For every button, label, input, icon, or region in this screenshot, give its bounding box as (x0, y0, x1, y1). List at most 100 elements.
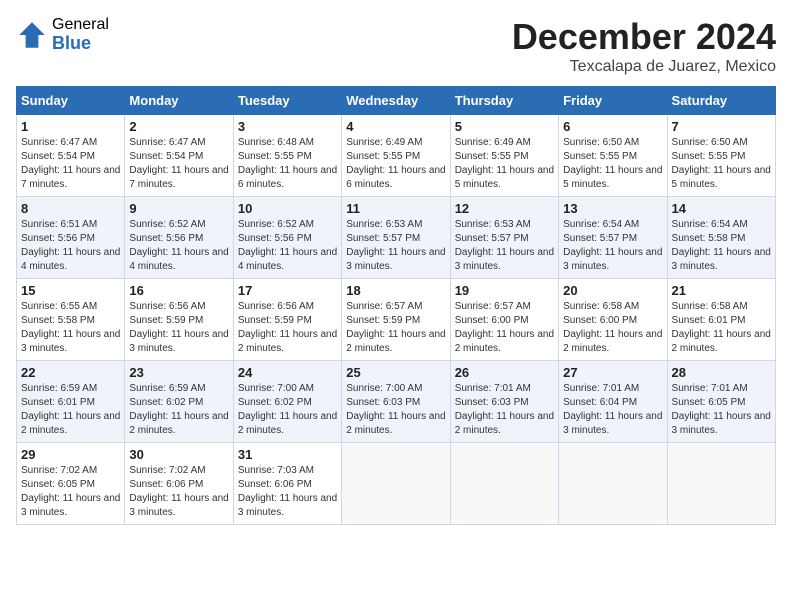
calendar-cell: 12 Sunrise: 6:53 AMSunset: 5:57 PMDaylig… (450, 197, 558, 279)
day-number: 1 (21, 119, 120, 134)
day-number: 30 (129, 447, 228, 462)
calendar-cell: 6 Sunrise: 6:50 AMSunset: 5:55 PMDayligh… (559, 115, 667, 197)
day-number: 3 (238, 119, 337, 134)
calendar-cell: 3 Sunrise: 6:48 AMSunset: 5:55 PMDayligh… (233, 115, 341, 197)
day-info: Sunrise: 6:53 AMSunset: 5:57 PMDaylight:… (346, 219, 445, 272)
calendar-cell: 30 Sunrise: 7:02 AMSunset: 6:06 PMDaylig… (125, 443, 233, 525)
day-info: Sunrise: 6:52 AMSunset: 5:56 PMDaylight:… (238, 219, 337, 272)
calendar-cell (450, 443, 558, 525)
calendar-cell: 13 Sunrise: 6:54 AMSunset: 5:57 PMDaylig… (559, 197, 667, 279)
day-number: 29 (21, 447, 120, 462)
day-info: Sunrise: 6:54 AMSunset: 5:57 PMDaylight:… (563, 219, 662, 272)
calendar-cell: 22 Sunrise: 6:59 AMSunset: 6:01 PMDaylig… (17, 361, 125, 443)
day-info: Sunrise: 6:53 AMSunset: 5:57 PMDaylight:… (455, 219, 554, 272)
calendar-cell: 4 Sunrise: 6:49 AMSunset: 5:55 PMDayligh… (342, 115, 450, 197)
calendar-cell: 16 Sunrise: 6:56 AMSunset: 5:59 PMDaylig… (125, 279, 233, 361)
calendar-cell: 18 Sunrise: 6:57 AMSunset: 5:59 PMDaylig… (342, 279, 450, 361)
day-number: 27 (563, 365, 662, 380)
calendar-week-row: 15 Sunrise: 6:55 AMSunset: 5:58 PMDaylig… (17, 279, 776, 361)
calendar-cell: 5 Sunrise: 6:49 AMSunset: 5:55 PMDayligh… (450, 115, 558, 197)
calendar-cell: 20 Sunrise: 6:58 AMSunset: 6:00 PMDaylig… (559, 279, 667, 361)
weekday-header-monday: Monday (125, 87, 233, 115)
calendar-cell: 19 Sunrise: 6:57 AMSunset: 6:00 PMDaylig… (450, 279, 558, 361)
day-number: 8 (21, 201, 120, 216)
weekday-header-sunday: Sunday (17, 87, 125, 115)
weekday-header-tuesday: Tuesday (233, 87, 341, 115)
day-info: Sunrise: 7:02 AMSunset: 6:06 PMDaylight:… (129, 465, 228, 518)
day-info: Sunrise: 6:49 AMSunset: 5:55 PMDaylight:… (346, 137, 445, 190)
day-number: 2 (129, 119, 228, 134)
day-number: 19 (455, 283, 554, 298)
calendar-cell: 21 Sunrise: 6:58 AMSunset: 6:01 PMDaylig… (667, 279, 775, 361)
day-info: Sunrise: 6:50 AMSunset: 5:55 PMDaylight:… (672, 137, 771, 190)
day-info: Sunrise: 6:47 AMSunset: 5:54 PMDaylight:… (129, 137, 228, 190)
day-info: Sunrise: 6:47 AMSunset: 5:54 PMDaylight:… (21, 137, 120, 190)
calendar-cell: 7 Sunrise: 6:50 AMSunset: 5:55 PMDayligh… (667, 115, 775, 197)
calendar-cell: 1 Sunrise: 6:47 AMSunset: 5:54 PMDayligh… (17, 115, 125, 197)
day-number: 13 (563, 201, 662, 216)
page-header: General Blue December 2024 Texcalapa de … (16, 16, 776, 76)
calendar-cell: 11 Sunrise: 6:53 AMSunset: 5:57 PMDaylig… (342, 197, 450, 279)
weekday-header-thursday: Thursday (450, 87, 558, 115)
month-title: December 2024 (512, 16, 776, 58)
calendar-cell: 27 Sunrise: 7:01 AMSunset: 6:04 PMDaylig… (559, 361, 667, 443)
day-number: 24 (238, 365, 337, 380)
day-number: 23 (129, 365, 228, 380)
calendar-cell: 26 Sunrise: 7:01 AMSunset: 6:03 PMDaylig… (450, 361, 558, 443)
day-info: Sunrise: 6:58 AMSunset: 6:01 PMDaylight:… (672, 301, 771, 354)
day-number: 28 (672, 365, 771, 380)
day-number: 31 (238, 447, 337, 462)
day-number: 25 (346, 365, 445, 380)
calendar-cell: 14 Sunrise: 6:54 AMSunset: 5:58 PMDaylig… (667, 197, 775, 279)
day-info: Sunrise: 7:00 AMSunset: 6:03 PMDaylight:… (346, 383, 445, 436)
calendar-cell (559, 443, 667, 525)
title-section: December 2024 Texcalapa de Juarez, Mexic… (512, 16, 776, 76)
day-number: 21 (672, 283, 771, 298)
day-number: 9 (129, 201, 228, 216)
day-info: Sunrise: 6:57 AMSunset: 6:00 PMDaylight:… (455, 301, 554, 354)
logo-text: General Blue (52, 16, 109, 53)
logo-icon (16, 19, 48, 51)
day-info: Sunrise: 6:51 AMSunset: 5:56 PMDaylight:… (21, 219, 120, 272)
logo-general: General (52, 16, 109, 34)
calendar-cell: 31 Sunrise: 7:03 AMSunset: 6:06 PMDaylig… (233, 443, 341, 525)
day-number: 17 (238, 283, 337, 298)
day-number: 14 (672, 201, 771, 216)
calendar-cell: 9 Sunrise: 6:52 AMSunset: 5:56 PMDayligh… (125, 197, 233, 279)
calendar-cell (667, 443, 775, 525)
calendar-week-row: 1 Sunrise: 6:47 AMSunset: 5:54 PMDayligh… (17, 115, 776, 197)
calendar-cell: 15 Sunrise: 6:55 AMSunset: 5:58 PMDaylig… (17, 279, 125, 361)
day-info: Sunrise: 7:01 AMSunset: 6:03 PMDaylight:… (455, 383, 554, 436)
day-info: Sunrise: 6:50 AMSunset: 5:55 PMDaylight:… (563, 137, 662, 190)
calendar-cell: 2 Sunrise: 6:47 AMSunset: 5:54 PMDayligh… (125, 115, 233, 197)
calendar-cell: 28 Sunrise: 7:01 AMSunset: 6:05 PMDaylig… (667, 361, 775, 443)
calendar-week-row: 8 Sunrise: 6:51 AMSunset: 5:56 PMDayligh… (17, 197, 776, 279)
day-info: Sunrise: 6:54 AMSunset: 5:58 PMDaylight:… (672, 219, 771, 272)
calendar-cell: 17 Sunrise: 6:56 AMSunset: 5:59 PMDaylig… (233, 279, 341, 361)
day-number: 12 (455, 201, 554, 216)
day-info: Sunrise: 6:49 AMSunset: 5:55 PMDaylight:… (455, 137, 554, 190)
day-info: Sunrise: 6:52 AMSunset: 5:56 PMDaylight:… (129, 219, 228, 272)
day-number: 6 (563, 119, 662, 134)
day-info: Sunrise: 6:56 AMSunset: 5:59 PMDaylight:… (129, 301, 228, 354)
day-number: 10 (238, 201, 337, 216)
day-info: Sunrise: 7:03 AMSunset: 6:06 PMDaylight:… (238, 465, 337, 518)
day-number: 22 (21, 365, 120, 380)
logo-blue: Blue (52, 34, 109, 54)
day-info: Sunrise: 6:56 AMSunset: 5:59 PMDaylight:… (238, 301, 337, 354)
day-info: Sunrise: 7:01 AMSunset: 6:05 PMDaylight:… (672, 383, 771, 436)
calendar-cell: 25 Sunrise: 7:00 AMSunset: 6:03 PMDaylig… (342, 361, 450, 443)
calendar-cell: 24 Sunrise: 7:00 AMSunset: 6:02 PMDaylig… (233, 361, 341, 443)
day-number: 20 (563, 283, 662, 298)
weekday-header-saturday: Saturday (667, 87, 775, 115)
day-number: 11 (346, 201, 445, 216)
calendar-cell (342, 443, 450, 525)
calendar-cell: 23 Sunrise: 6:59 AMSunset: 6:02 PMDaylig… (125, 361, 233, 443)
day-info: Sunrise: 7:02 AMSunset: 6:05 PMDaylight:… (21, 465, 120, 518)
day-info: Sunrise: 7:00 AMSunset: 6:02 PMDaylight:… (238, 383, 337, 436)
day-number: 7 (672, 119, 771, 134)
day-number: 18 (346, 283, 445, 298)
weekday-header-row: SundayMondayTuesdayWednesdayThursdayFrid… (17, 87, 776, 115)
calendar-cell: 8 Sunrise: 6:51 AMSunset: 5:56 PMDayligh… (17, 197, 125, 279)
weekday-header-friday: Friday (559, 87, 667, 115)
